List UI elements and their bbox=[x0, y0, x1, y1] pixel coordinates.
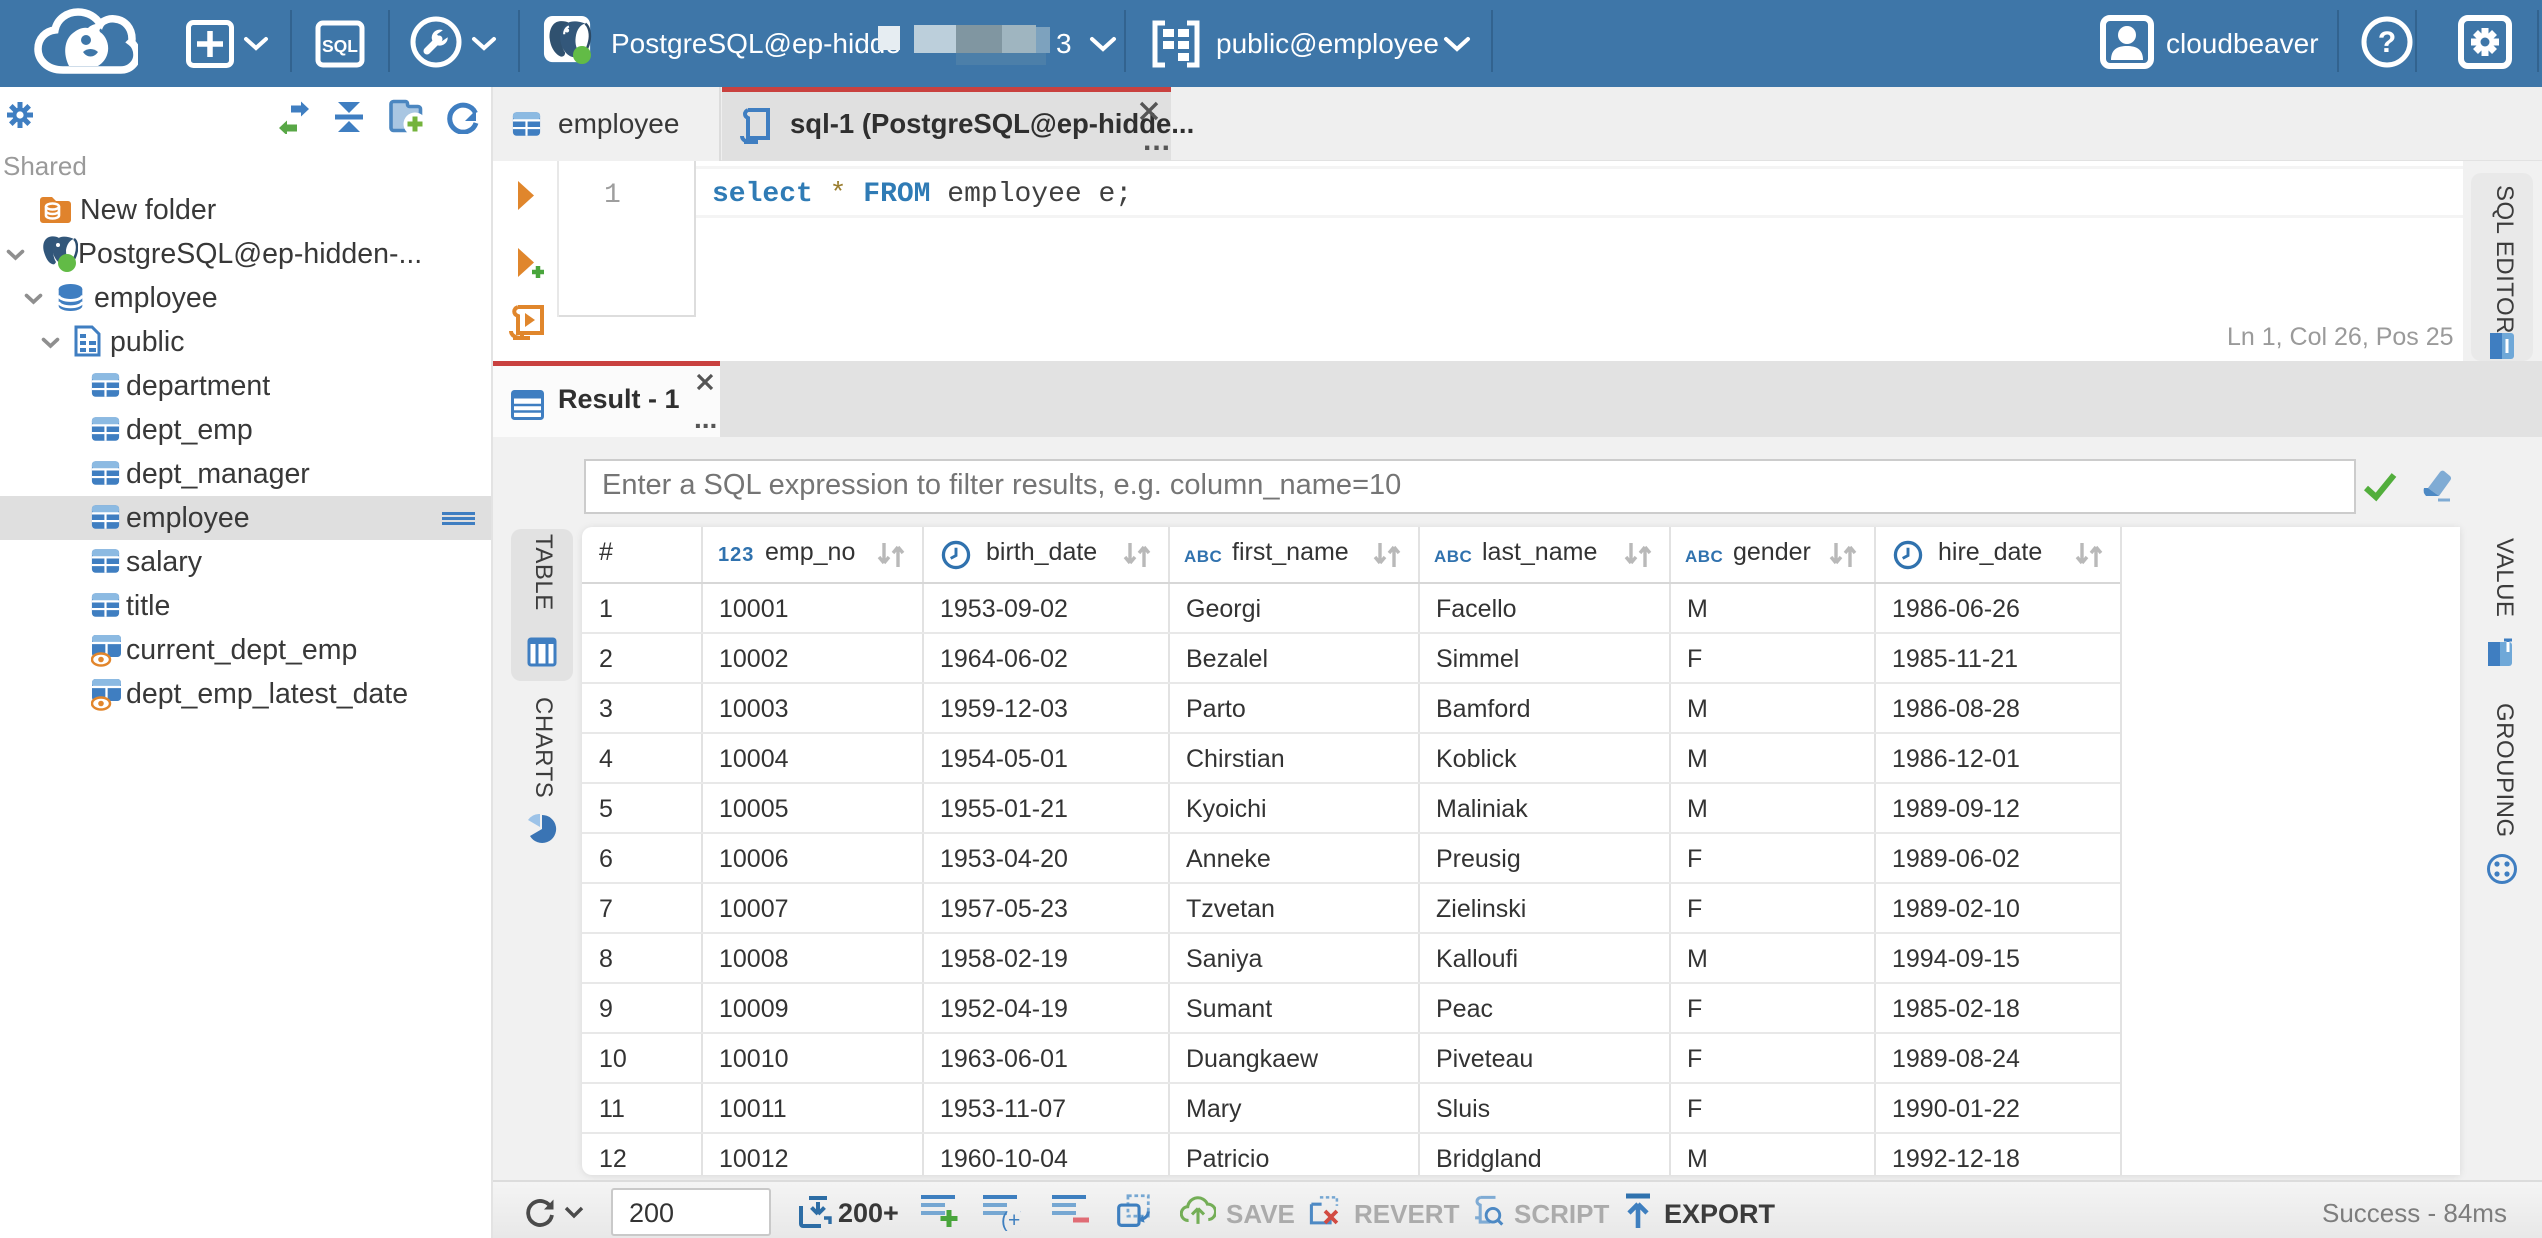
svg-text:SQL: SQL bbox=[322, 36, 358, 56]
svg-text:?: ? bbox=[2378, 26, 2396, 59]
svg-text:(+): (+) bbox=[1001, 1209, 1021, 1231]
